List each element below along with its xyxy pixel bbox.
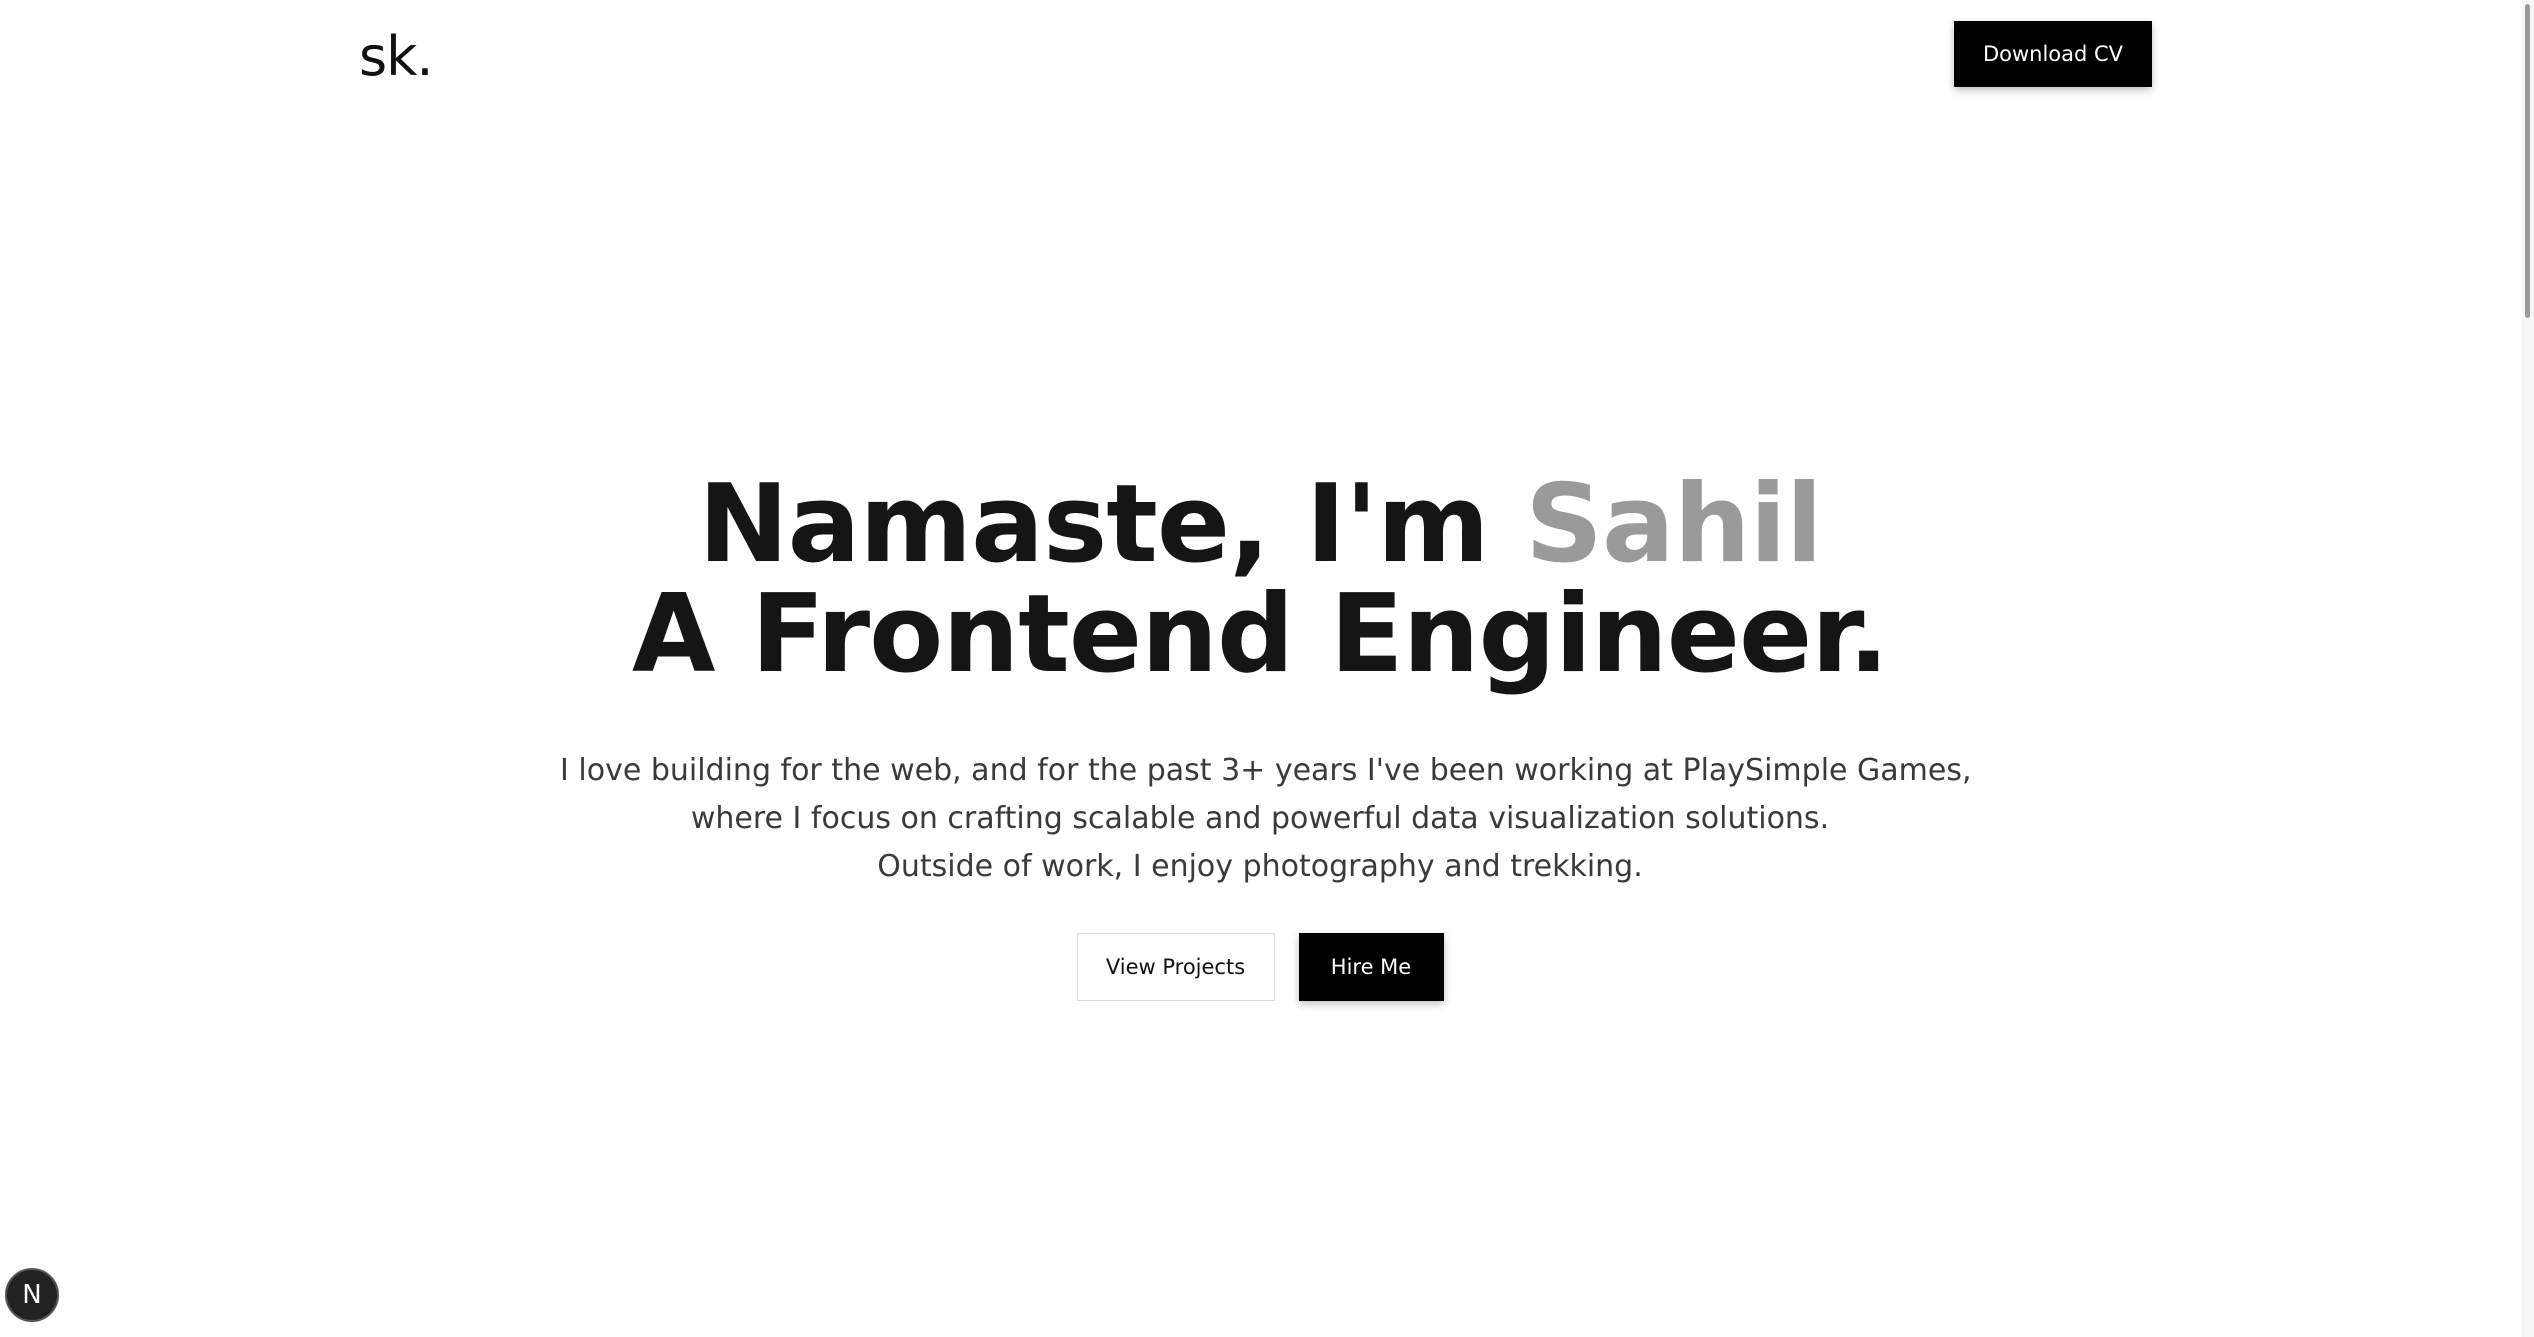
hire-me-button[interactable]: Hire Me (1298, 933, 1444, 1001)
scrollbar-thumb[interactable] (2525, 4, 2530, 318)
download-cv-button[interactable]: Download CV (1954, 21, 2152, 87)
intro-line: Outside of work, I enjoy photography and… (877, 849, 1643, 884)
headline-role: A Frontend Engineer. (631, 572, 1889, 697)
view-projects-button[interactable]: View Projects (1076, 933, 1275, 1001)
headline-name: Sahil (1525, 462, 1823, 587)
intro-line: I love building for the web, and for the… (560, 753, 1972, 788)
nextjs-icon[interactable]: N (5, 1268, 59, 1322)
intro-line: where I focus on crafting scalable and p… (690, 801, 1830, 836)
hero-section: Namaste, I'm Sahil A Frontend Engineer. … (0, 470, 2520, 1001)
nextjs-glyph: N (22, 1280, 42, 1310)
logo[interactable]: sk. (359, 22, 434, 92)
page: sk. Download CV Namaste, I'm Sahil A Fro… (0, 0, 2534, 1337)
intro-paragraph: I love building for the web, and for the… (560, 747, 1972, 891)
vertical-scrollbar[interactable] (2522, 0, 2534, 1337)
headline-prefix: Namaste, I'm (698, 462, 1526, 587)
page-title: Namaste, I'm Sahil A Frontend Engineer. (0, 470, 2520, 690)
hero-actions: View Projects Hire Me (0, 933, 2520, 1001)
